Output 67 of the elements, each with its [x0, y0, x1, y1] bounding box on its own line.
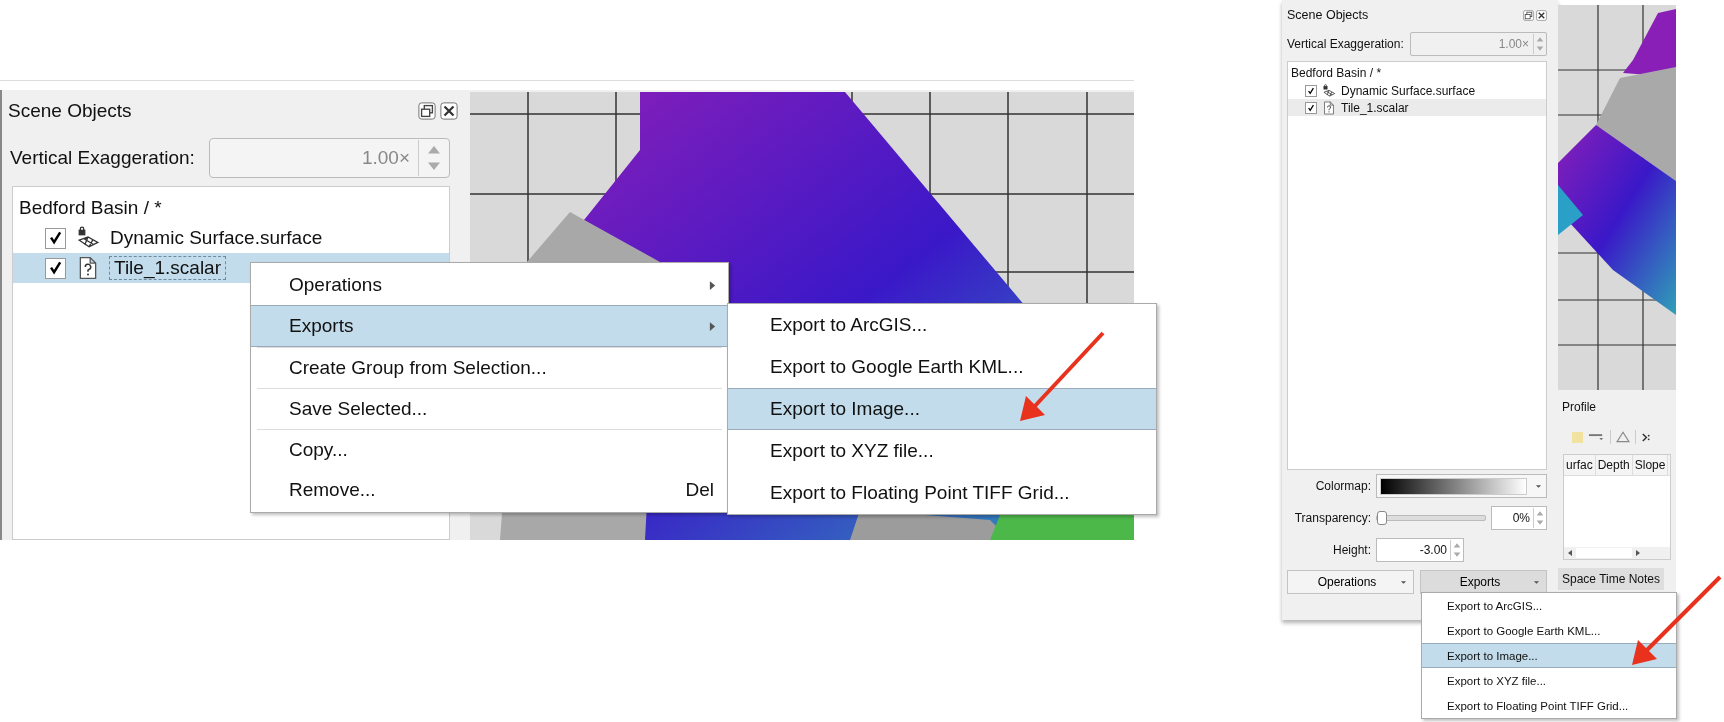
menu-item[interactable]: Export to Google Earth KML... — [728, 346, 1156, 388]
field-label: Height: — [1331, 543, 1371, 557]
surface-icon — [1322, 83, 1336, 98]
menu-item[interactable]: Save Selected... — [251, 389, 728, 429]
close-icon[interactable] — [440, 102, 458, 120]
float-icon[interactable] — [418, 102, 436, 120]
submenu-arrow-icon — [709, 320, 716, 332]
column-header[interactable]: urfac — [1564, 455, 1596, 475]
menu-item[interactable]: Export to Image... — [728, 388, 1156, 430]
menu-item[interactable]: Export to Image... — [1422, 643, 1676, 668]
submenu-arrow-icon — [709, 279, 716, 291]
checkmark-icon — [47, 260, 64, 276]
field-label: Colormap: — [1314, 479, 1371, 493]
tree-row[interactable]: Dynamic Surface.surface — [1288, 82, 1546, 99]
scroll-left-icon[interactable] — [1567, 549, 1573, 557]
tree-item-label: Dynamic Surface.surface — [1341, 83, 1476, 98]
panel-title: Profile — [1561, 399, 1596, 416]
menu-item[interactable]: Exports — [251, 305, 728, 347]
menu-item[interactable]: Export to XYZ file... — [728, 430, 1156, 472]
caret-icon — [1400, 579, 1407, 585]
menu-item[interactable]: Export to Floating Point TIFF Grid... — [1422, 693, 1676, 718]
dropdown-button[interactable]: Operations — [1287, 570, 1414, 594]
shortcut-label: Del — [685, 479, 715, 501]
panel-title: Scene Objects — [8, 100, 132, 122]
chevron-icon[interactable] — [1641, 431, 1650, 443]
tree-row[interactable]: Tile_1.scalar — [1288, 99, 1546, 116]
checkmark-icon — [47, 230, 64, 246]
triangle-icon[interactable] — [1616, 431, 1630, 443]
menu-item[interactable]: Export to XYZ file... — [1422, 668, 1676, 693]
menu-item[interactable]: Export to ArcGIS... — [728, 304, 1156, 346]
tree-item[interactable]: Bedford Basin / * — [1288, 64, 1382, 82]
tree-item-label: Tile_1.scalar — [110, 257, 225, 279]
tree-row[interactable]: Dynamic Surface.surface — [13, 223, 449, 253]
close-icon[interactable] — [1536, 9, 1547, 21]
tab[interactable]: Space Time Notes — [1558, 568, 1665, 590]
checkbox[interactable] — [45, 227, 66, 249]
transparency-field[interactable]: 0% — [1491, 506, 1547, 530]
line-tool-icon[interactable] — [1588, 432, 1605, 442]
field-label: Vertical Exaggeration: — [10, 147, 195, 169]
tree-item-label: Tile_1.scalar — [1341, 100, 1409, 115]
float-icon[interactable] — [1523, 9, 1534, 21]
colormap-dropdown[interactable] — [1376, 474, 1547, 498]
column-header[interactable]: Slope — [1632, 455, 1669, 475]
horizontal-scrollbar[interactable] — [1564, 547, 1670, 559]
menu-item[interactable]: Create Group from Selection... — [251, 348, 728, 388]
menu-item[interactable]: Remove... Del — [251, 470, 728, 510]
scroll-right-icon[interactable] — [1635, 549, 1641, 557]
caret-icon — [1533, 579, 1540, 585]
unknown-file-icon — [1322, 100, 1336, 115]
menu-item[interactable]: Export to Google Earth KML... — [1422, 618, 1676, 643]
menu-item[interactable]: Copy... — [251, 430, 728, 470]
tree-item[interactable]: Bedford Basin / * — [13, 193, 162, 223]
menu-item[interactable]: Export to ArcGIS... — [1422, 593, 1676, 618]
slider-thumb[interactable] — [1377, 511, 1387, 525]
column-header[interactable]: Depth — [1595, 455, 1633, 475]
surface-icon — [76, 226, 100, 250]
field-label: Vertical Exaggeration: — [1287, 36, 1404, 51]
panel-title: Scene Objects — [1287, 8, 1369, 22]
field-label: Transparency: — [1293, 511, 1371, 525]
dropdown-button[interactable]: Exports — [1420, 570, 1547, 594]
menu-item[interactable]: Export to Floating Point TIFF Grid... — [728, 472, 1156, 514]
checkbox[interactable] — [45, 257, 66, 279]
checkbox[interactable] — [1305, 101, 1317, 114]
caret-icon — [1535, 483, 1542, 489]
tree-item-label: Dynamic Surface.surface — [110, 227, 323, 249]
checkbox[interactable] — [1305, 84, 1317, 97]
height-field[interactable]: -3.00 — [1376, 538, 1464, 562]
